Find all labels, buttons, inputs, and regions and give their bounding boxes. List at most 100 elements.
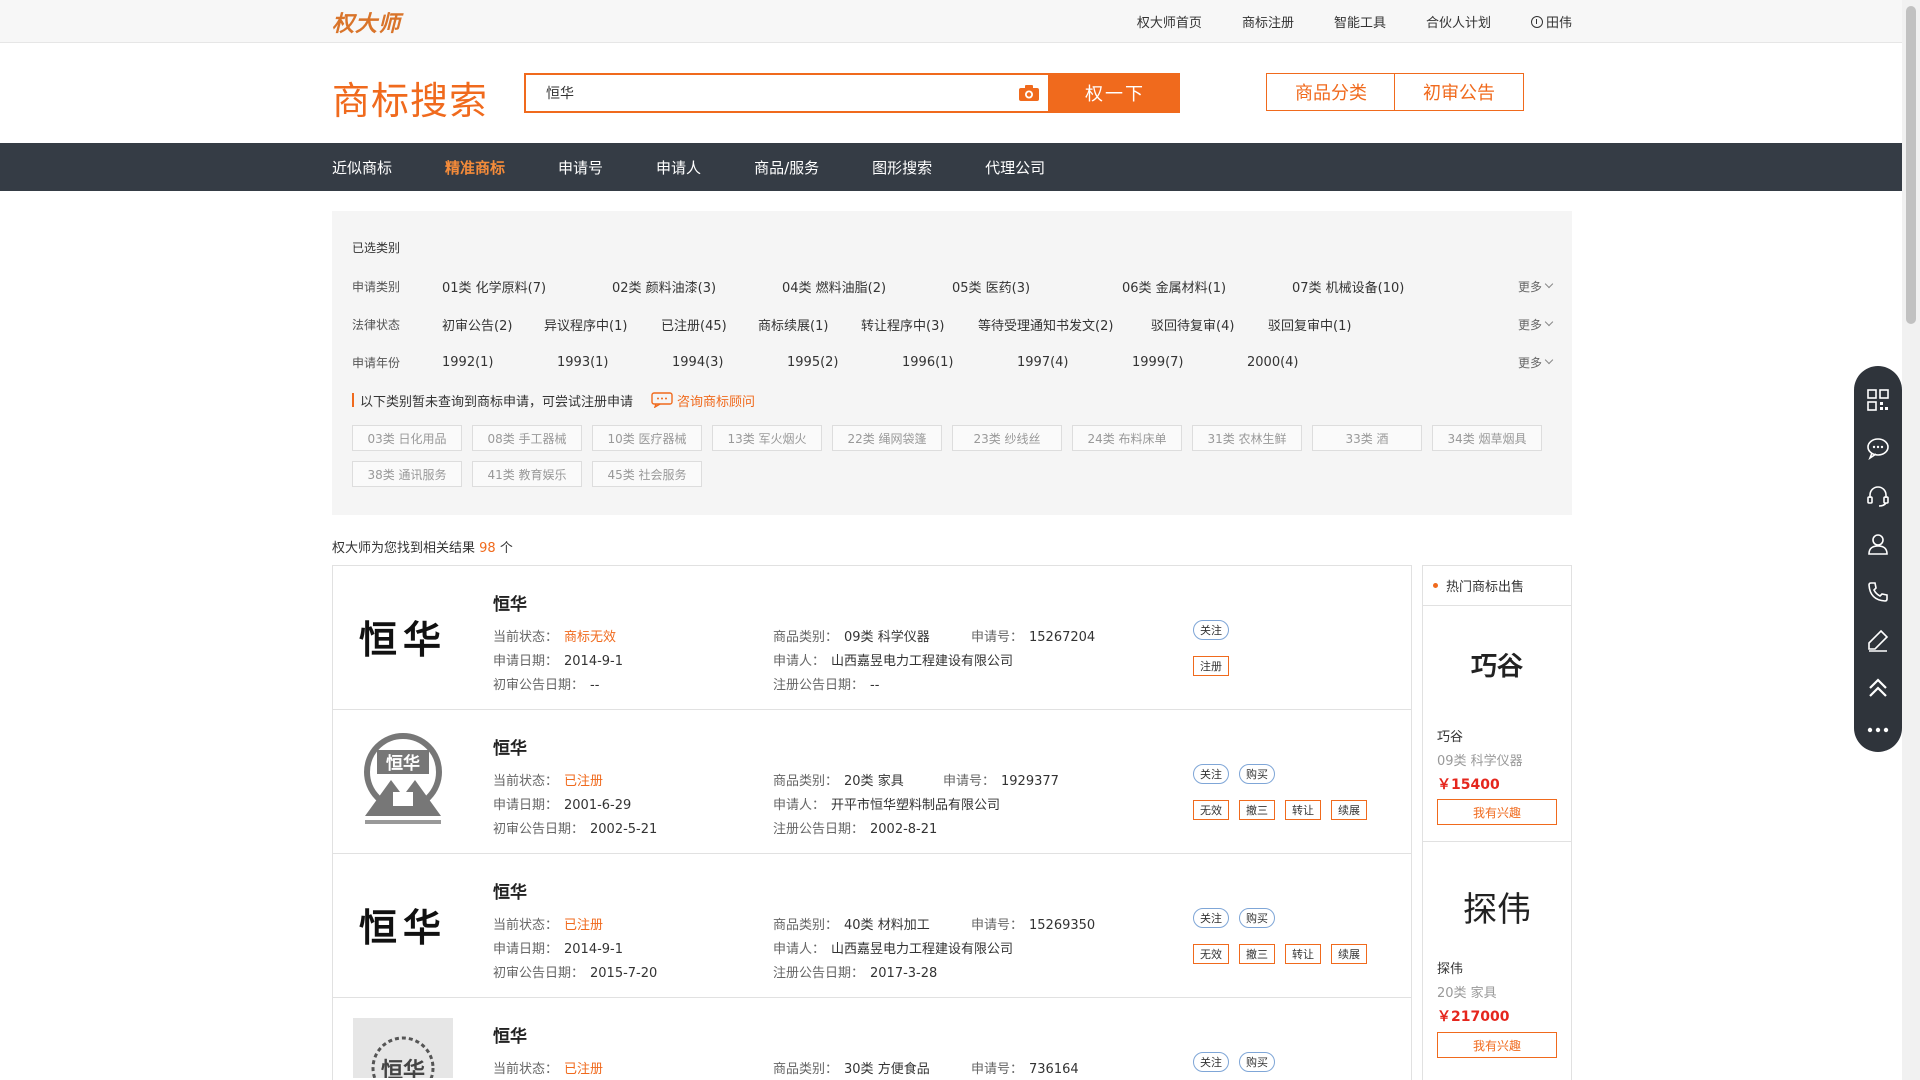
search-input[interactable] — [526, 75, 1018, 111]
filter-option[interactable]: 06类 金属材料(1) — [1122, 277, 1292, 296]
user-icon[interactable] — [1866, 532, 1890, 556]
filter-option[interactable]: 1992(1) — [442, 355, 557, 370]
class-tag[interactable]: 10类 医疗器械 — [592, 425, 702, 451]
category-button[interactable]: 商品分类 — [1266, 73, 1396, 111]
revoke-button[interactable]: 撤三 — [1239, 800, 1275, 820]
tab-exact[interactable]: 精准商标 — [445, 157, 505, 178]
consult-link[interactable]: 咨询商标顾问 — [651, 391, 755, 410]
more-button[interactable]: 更多 — [1518, 316, 1554, 333]
trademark-name[interactable]: 恒华 — [493, 734, 527, 759]
renew-button[interactable]: 续展 — [1331, 800, 1367, 820]
filter-option[interactable]: 01类 化学原料(7) — [442, 277, 612, 296]
trademark-image[interactable]: 恒华 — [353, 586, 453, 686]
result-row[interactable]: 恒华 恒华 当前状态： 已注册 商品类别： 30类 方便食品 申请号： 736164 … — [333, 998, 1411, 1078]
trademark-name[interactable]: 恒华 — [493, 878, 527, 903]
interest-button[interactable]: 我有兴趣 — [1437, 799, 1557, 825]
filter-label: 法律状态 — [352, 317, 401, 332]
tab-goods[interactable]: 商品/服务 — [754, 157, 819, 178]
interest-button[interactable]: 我有兴趣 — [1437, 1032, 1557, 1058]
back-to-top-icon[interactable] — [1866, 676, 1890, 700]
page-scrollbar[interactable] — [1902, 0, 1920, 1080]
filter-option[interactable]: 05类 医药(3) — [952, 277, 1122, 296]
invalidate-button[interactable]: 无效 — [1193, 800, 1229, 820]
search-button[interactable]: 权一下 — [1050, 73, 1180, 113]
result-row[interactable]: 恒华 恒华 当前状态： 已注册 申请日期： 2001-6-29 初审公告日期： 200… — [333, 710, 1411, 854]
filter-option[interactable]: 1994(3) — [672, 355, 787, 370]
filter-option[interactable]: 2000(4) — [1247, 355, 1362, 370]
result-row[interactable]: 恒华 恒华 当前状态： 已注册 申请日期： 2014-9-1 初审公告日期： 2015… — [333, 854, 1411, 998]
tab-image-search[interactable]: 图形搜索 — [872, 157, 932, 178]
more-icon[interactable] — [1866, 718, 1890, 742]
more-button[interactable]: 更多 — [1518, 354, 1554, 371]
filter-option[interactable]: 驳回待复审(4) — [1151, 315, 1268, 334]
hot-item[interactable]: 探伟 探伟 20类 家具 ￥217000 我有兴趣 — [1423, 842, 1571, 1072]
announce-button[interactable]: 初审公告 — [1394, 73, 1524, 111]
top-nav-partner[interactable]: 合伙人计划 — [1426, 12, 1491, 31]
site-logo[interactable]: 权大师 — [332, 6, 401, 38]
trademark-image[interactable]: 恒华 — [353, 1018, 453, 1078]
filter-option[interactable]: 1999(7) — [1132, 355, 1247, 370]
invalidate-button[interactable]: 无效 — [1193, 944, 1229, 964]
class-tag[interactable]: 22类 绳网袋篷 — [832, 425, 942, 451]
trademark-name[interactable]: 恒华 — [493, 590, 527, 615]
phone-icon[interactable] — [1866, 580, 1890, 604]
follow-button[interactable]: 关注 — [1193, 1052, 1229, 1072]
headset-icon[interactable] — [1866, 484, 1890, 508]
class-tag[interactable]: 24类 布料床单 — [1072, 425, 1182, 451]
tab-regno[interactable]: 申请号 — [558, 157, 603, 178]
filter-option[interactable]: 商标续展(1) — [758, 315, 861, 334]
top-nav-register[interactable]: 商标注册 — [1242, 12, 1294, 31]
register-button[interactable]: 注册 — [1193, 656, 1229, 676]
user-menu[interactable]: 田伟 — [1530, 12, 1572, 31]
filter-option[interactable]: 1996(1) — [902, 355, 1017, 370]
class-tag[interactable]: 38类 通讯服务 — [352, 461, 462, 487]
transfer-button[interactable]: 转让 — [1285, 944, 1321, 964]
class-tag[interactable]: 34类 烟草烟具 — [1432, 425, 1542, 451]
trademark-image[interactable]: 恒华 — [353, 874, 453, 974]
filter-option[interactable]: 1997(4) — [1017, 355, 1132, 370]
trademark-name[interactable]: 恒华 — [493, 1022, 527, 1047]
hot-item[interactable]: 巧谷 巧谷 09类 科学仪器 ￥15400 我有兴趣 — [1423, 606, 1571, 842]
filter-option[interactable]: 1993(1) — [557, 355, 672, 370]
chat-icon[interactable] — [1866, 436, 1890, 461]
top-nav-home[interactable]: 权大师首页 — [1137, 12, 1202, 31]
trademark-image[interactable]: 恒华 — [353, 730, 453, 830]
follow-button[interactable]: 关注 — [1193, 620, 1229, 640]
filter-option[interactable]: 02类 颜料油漆(3) — [612, 277, 782, 296]
filter-option[interactable]: 转让程序中(3) — [861, 315, 978, 334]
renew-button[interactable]: 续展 — [1331, 944, 1367, 964]
class-tag[interactable]: 08类 手工器械 — [472, 425, 582, 451]
tab-applicant[interactable]: 申请人 — [656, 157, 701, 178]
scrollbar-thumb[interactable] — [1906, 6, 1916, 324]
class-tag[interactable]: 33类 酒 — [1312, 425, 1422, 451]
follow-button[interactable]: 关注 — [1193, 908, 1229, 928]
top-nav-tools[interactable]: 智能工具 — [1334, 12, 1386, 31]
filter-option[interactable]: 初审公告(2) — [442, 315, 544, 334]
class-tag[interactable]: 23类 纱线丝 — [952, 425, 1062, 451]
filter-option[interactable]: 04类 燃料油脂(2) — [782, 277, 952, 296]
buy-button[interactable]: 购买 — [1239, 764, 1275, 784]
filter-option[interactable]: 已注册(45) — [661, 315, 758, 334]
more-button[interactable]: 更多 — [1518, 278, 1554, 295]
filter-option[interactable]: 07类 机械设备(10) — [1292, 277, 1462, 296]
buy-button[interactable]: 购买 — [1239, 1052, 1275, 1072]
revoke-button[interactable]: 撤三 — [1239, 944, 1275, 964]
filter-option[interactable]: 等待受理通知书发文(2) — [978, 315, 1151, 334]
edit-icon[interactable] — [1866, 628, 1890, 652]
class-tag[interactable]: 45类 社会服务 — [592, 461, 702, 487]
class-tag[interactable]: 03类 日化用品 — [352, 425, 462, 451]
filter-option[interactable]: 1995(2) — [787, 355, 902, 370]
filter-option[interactable]: 异议程序中(1) — [544, 315, 661, 334]
class-tag[interactable]: 13类 军火烟火 — [712, 425, 822, 451]
class-tag[interactable]: 41类 教育娱乐 — [472, 461, 582, 487]
tab-agency[interactable]: 代理公司 — [985, 157, 1045, 178]
result-row[interactable]: 恒华 恒华 当前状态： 商标无效 申请日期： 2014-9-1 初审公告日期： -- … — [333, 566, 1411, 710]
transfer-button[interactable]: 转让 — [1285, 800, 1321, 820]
buy-button[interactable]: 购买 — [1239, 908, 1275, 928]
qrcode-icon[interactable] — [1866, 388, 1890, 412]
tab-similar[interactable]: 近似商标 — [332, 157, 392, 178]
class-tag[interactable]: 31类 农林生鲜 — [1192, 425, 1302, 451]
camera-icon[interactable] — [1018, 84, 1040, 102]
follow-button[interactable]: 关注 — [1193, 764, 1229, 784]
filter-option[interactable]: 驳回复审中(1) — [1268, 315, 1378, 334]
